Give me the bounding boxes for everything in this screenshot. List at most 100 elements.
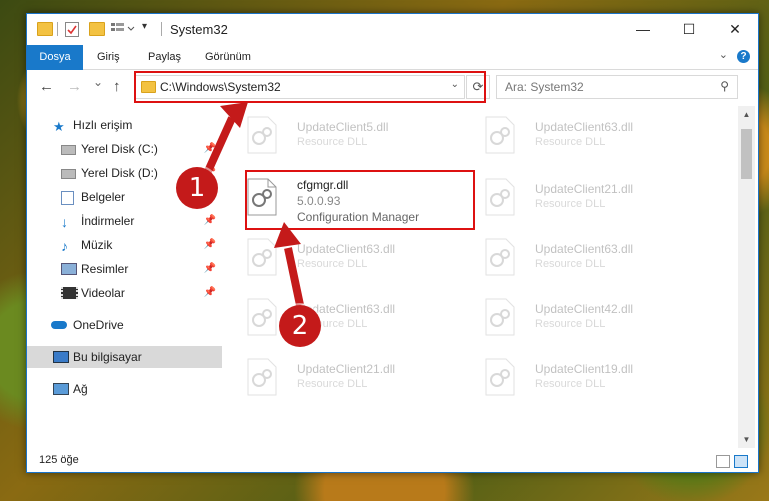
ribbon-tabs: Dosya Giriş Paylaş Görünüm ⌄ ? — [27, 45, 758, 91]
file-list: UpdateClient5.dll Resource DLL cfgmgr.dl… — [223, 106, 741, 448]
pin-icon[interactable]: 📌 — [204, 282, 216, 304]
file-name: UpdateClient42.dll — [535, 302, 634, 316]
pictures-icon — [61, 263, 77, 275]
tab-home[interactable]: Giriş — [97, 45, 120, 69]
properties-icon[interactable] — [65, 22, 79, 37]
dll-file-icon — [485, 116, 515, 154]
tiles-view-icon[interactable] — [734, 455, 748, 468]
file-description: Resource DLL — [297, 136, 368, 148]
sidebar-item-label: Ağ — [73, 382, 88, 396]
pin-icon[interactable]: 📌 — [204, 234, 216, 256]
file-item[interactable]: UpdateClient19.dll Resource DLL — [485, 356, 705, 402]
drive-icon — [61, 169, 76, 179]
navigation-pane: ★ Hızlı erişim Yerel Disk (C:) 📌 Yerel D… — [27, 106, 222, 448]
status-bar: 125 öğe — [27, 450, 758, 472]
address-bar[interactable]: C:\Windows\System32 ⌄ — [135, 75, 465, 99]
sidebar-item-disk-c[interactable]: Yerel Disk (C:) 📌 — [27, 138, 222, 160]
file-item[interactable]: UpdateClient21.dll Resource DLL — [247, 356, 467, 402]
folder-icon — [141, 81, 156, 93]
file-name: UpdateClient63.dll — [535, 120, 634, 134]
documents-icon — [61, 191, 74, 205]
sidebar-item-label: Bu bilgisayar — [73, 350, 142, 364]
file-item[interactable]: UpdateClient63.dll Resource DLL — [485, 114, 705, 160]
forward-button[interactable]: → — [67, 78, 82, 95]
sidebar-item-label: OneDrive — [73, 318, 124, 332]
sidebar-item-label: Müzik — [81, 238, 113, 252]
dll-file-icon — [247, 358, 277, 396]
explorer-window: ▾ System32 — ☐ ✕ Dosya Giriş Paylaş Görü… — [26, 13, 759, 473]
address-dropdown-icon[interactable]: ⌄ — [451, 79, 459, 90]
file-item[interactable]: UpdateClient42.dll Resource DLL — [485, 296, 705, 342]
sidebar-item-label: Resimler — [81, 262, 129, 276]
file-highlight-box — [245, 170, 475, 230]
sidebar-item-network[interactable]: Ağ — [27, 378, 222, 400]
dll-file-icon — [485, 238, 515, 276]
up-button[interactable]: ↑ — [113, 78, 121, 95]
dll-file-icon — [247, 298, 277, 336]
navigation-bar: ← → ⌄ ↑ C:\Windows\System32 ⌄ ⟳ Ara: Sys… — [27, 70, 758, 104]
file-item[interactable]: UpdateClient21.dll Resource DLL — [485, 176, 705, 222]
dll-file-icon — [485, 298, 515, 336]
sidebar-item-label: Yerel Disk (D:) — [81, 166, 158, 180]
tab-view[interactable]: Görünüm — [205, 45, 251, 69]
sidebar-item-onedrive[interactable]: OneDrive — [27, 314, 222, 336]
file-name: UpdateClient63.dll — [297, 242, 396, 256]
file-description: Resource DLL — [535, 378, 606, 390]
sidebar-item-label: Videolar — [81, 286, 125, 300]
file-description: Resource DLL — [535, 258, 606, 270]
sidebar-item-label: Belgeler — [81, 190, 126, 204]
collapse-ribbon-icon[interactable]: ⌄ — [719, 48, 728, 61]
search-input[interactable]: Ara: System32 — [505, 80, 584, 94]
search-box[interactable]: Ara: System32 ⚲ — [496, 75, 738, 99]
sidebar-item-downloads[interactable]: ↓ İndirmeler 📌 — [27, 210, 222, 232]
file-name: UpdateClient21.dll — [535, 182, 634, 196]
new-folder-icon[interactable] — [89, 22, 105, 36]
dll-file-icon — [485, 178, 515, 216]
file-item[interactable]: UpdateClient63.dll Resource DLL — [485, 236, 705, 282]
address-text[interactable]: C:\Windows\System32 — [160, 80, 281, 94]
maximize-button[interactable]: ☐ — [666, 14, 712, 44]
callout-2: 2 — [279, 305, 321, 347]
divider — [161, 22, 162, 36]
file-item[interactable]: UpdateClient63.dll Resource DLL — [247, 236, 467, 282]
file-description: Resource DLL — [297, 258, 368, 270]
tab-share[interactable]: Paylaş — [148, 45, 181, 69]
file-name: UpdateClient21.dll — [297, 362, 396, 376]
file-item[interactable]: UpdateClient5.dll Resource DLL — [247, 114, 467, 160]
dll-file-icon — [247, 116, 277, 154]
scroll-thumb[interactable] — [741, 129, 752, 179]
pin-icon[interactable]: 📌 — [204, 210, 216, 232]
folder-icon — [37, 22, 53, 36]
drive-icon — [61, 145, 76, 155]
close-button[interactable]: ✕ — [712, 14, 758, 44]
sidebar-item-pictures[interactable]: Resimler 📌 — [27, 258, 222, 280]
pin-icon[interactable]: 📌 — [204, 258, 216, 280]
sidebar-item-music[interactable]: ♪ Müzik 📌 — [27, 234, 222, 256]
sidebar-item-quick-access[interactable]: ★ Hızlı erişim — [27, 114, 222, 136]
customize-toolbar-icon[interactable] — [111, 22, 135, 34]
details-view-icon[interactable] — [716, 455, 730, 468]
search-icon: ⚲ — [720, 79, 729, 93]
quick-access-dropdown-icon[interactable]: ▾ — [142, 21, 152, 33]
downloads-icon: ↓ — [61, 214, 68, 230]
scroll-down-icon[interactable]: ▼ — [738, 431, 755, 448]
music-icon: ♪ — [61, 238, 68, 254]
sidebar-item-label: Hızlı erişim — [73, 118, 133, 132]
pin-icon[interactable]: 📌 — [204, 138, 216, 160]
minimize-button[interactable]: — — [620, 14, 666, 44]
sidebar-item-videos[interactable]: Videolar 📌 — [27, 282, 222, 304]
dll-file-icon — [485, 358, 515, 396]
sidebar-item-this-pc[interactable]: Bu bilgisayar — [27, 346, 222, 368]
vertical-scrollbar[interactable]: ▲ ▼ — [738, 106, 755, 448]
refresh-button[interactable]: ⟳ — [466, 75, 490, 99]
videos-icon — [61, 287, 78, 299]
file-description: Resource DLL — [297, 378, 368, 390]
callout-1: 1 — [176, 167, 218, 209]
recent-locations-button[interactable]: ⌄ — [93, 75, 103, 89]
scroll-up-icon[interactable]: ▲ — [738, 106, 755, 123]
back-button[interactable]: ← — [39, 78, 54, 95]
title-bar: ▾ System32 — ☐ ✕ — [27, 14, 758, 45]
file-name: UpdateClient63.dll — [535, 242, 634, 256]
help-icon[interactable]: ? — [737, 50, 750, 63]
star-icon: ★ — [53, 119, 65, 134]
